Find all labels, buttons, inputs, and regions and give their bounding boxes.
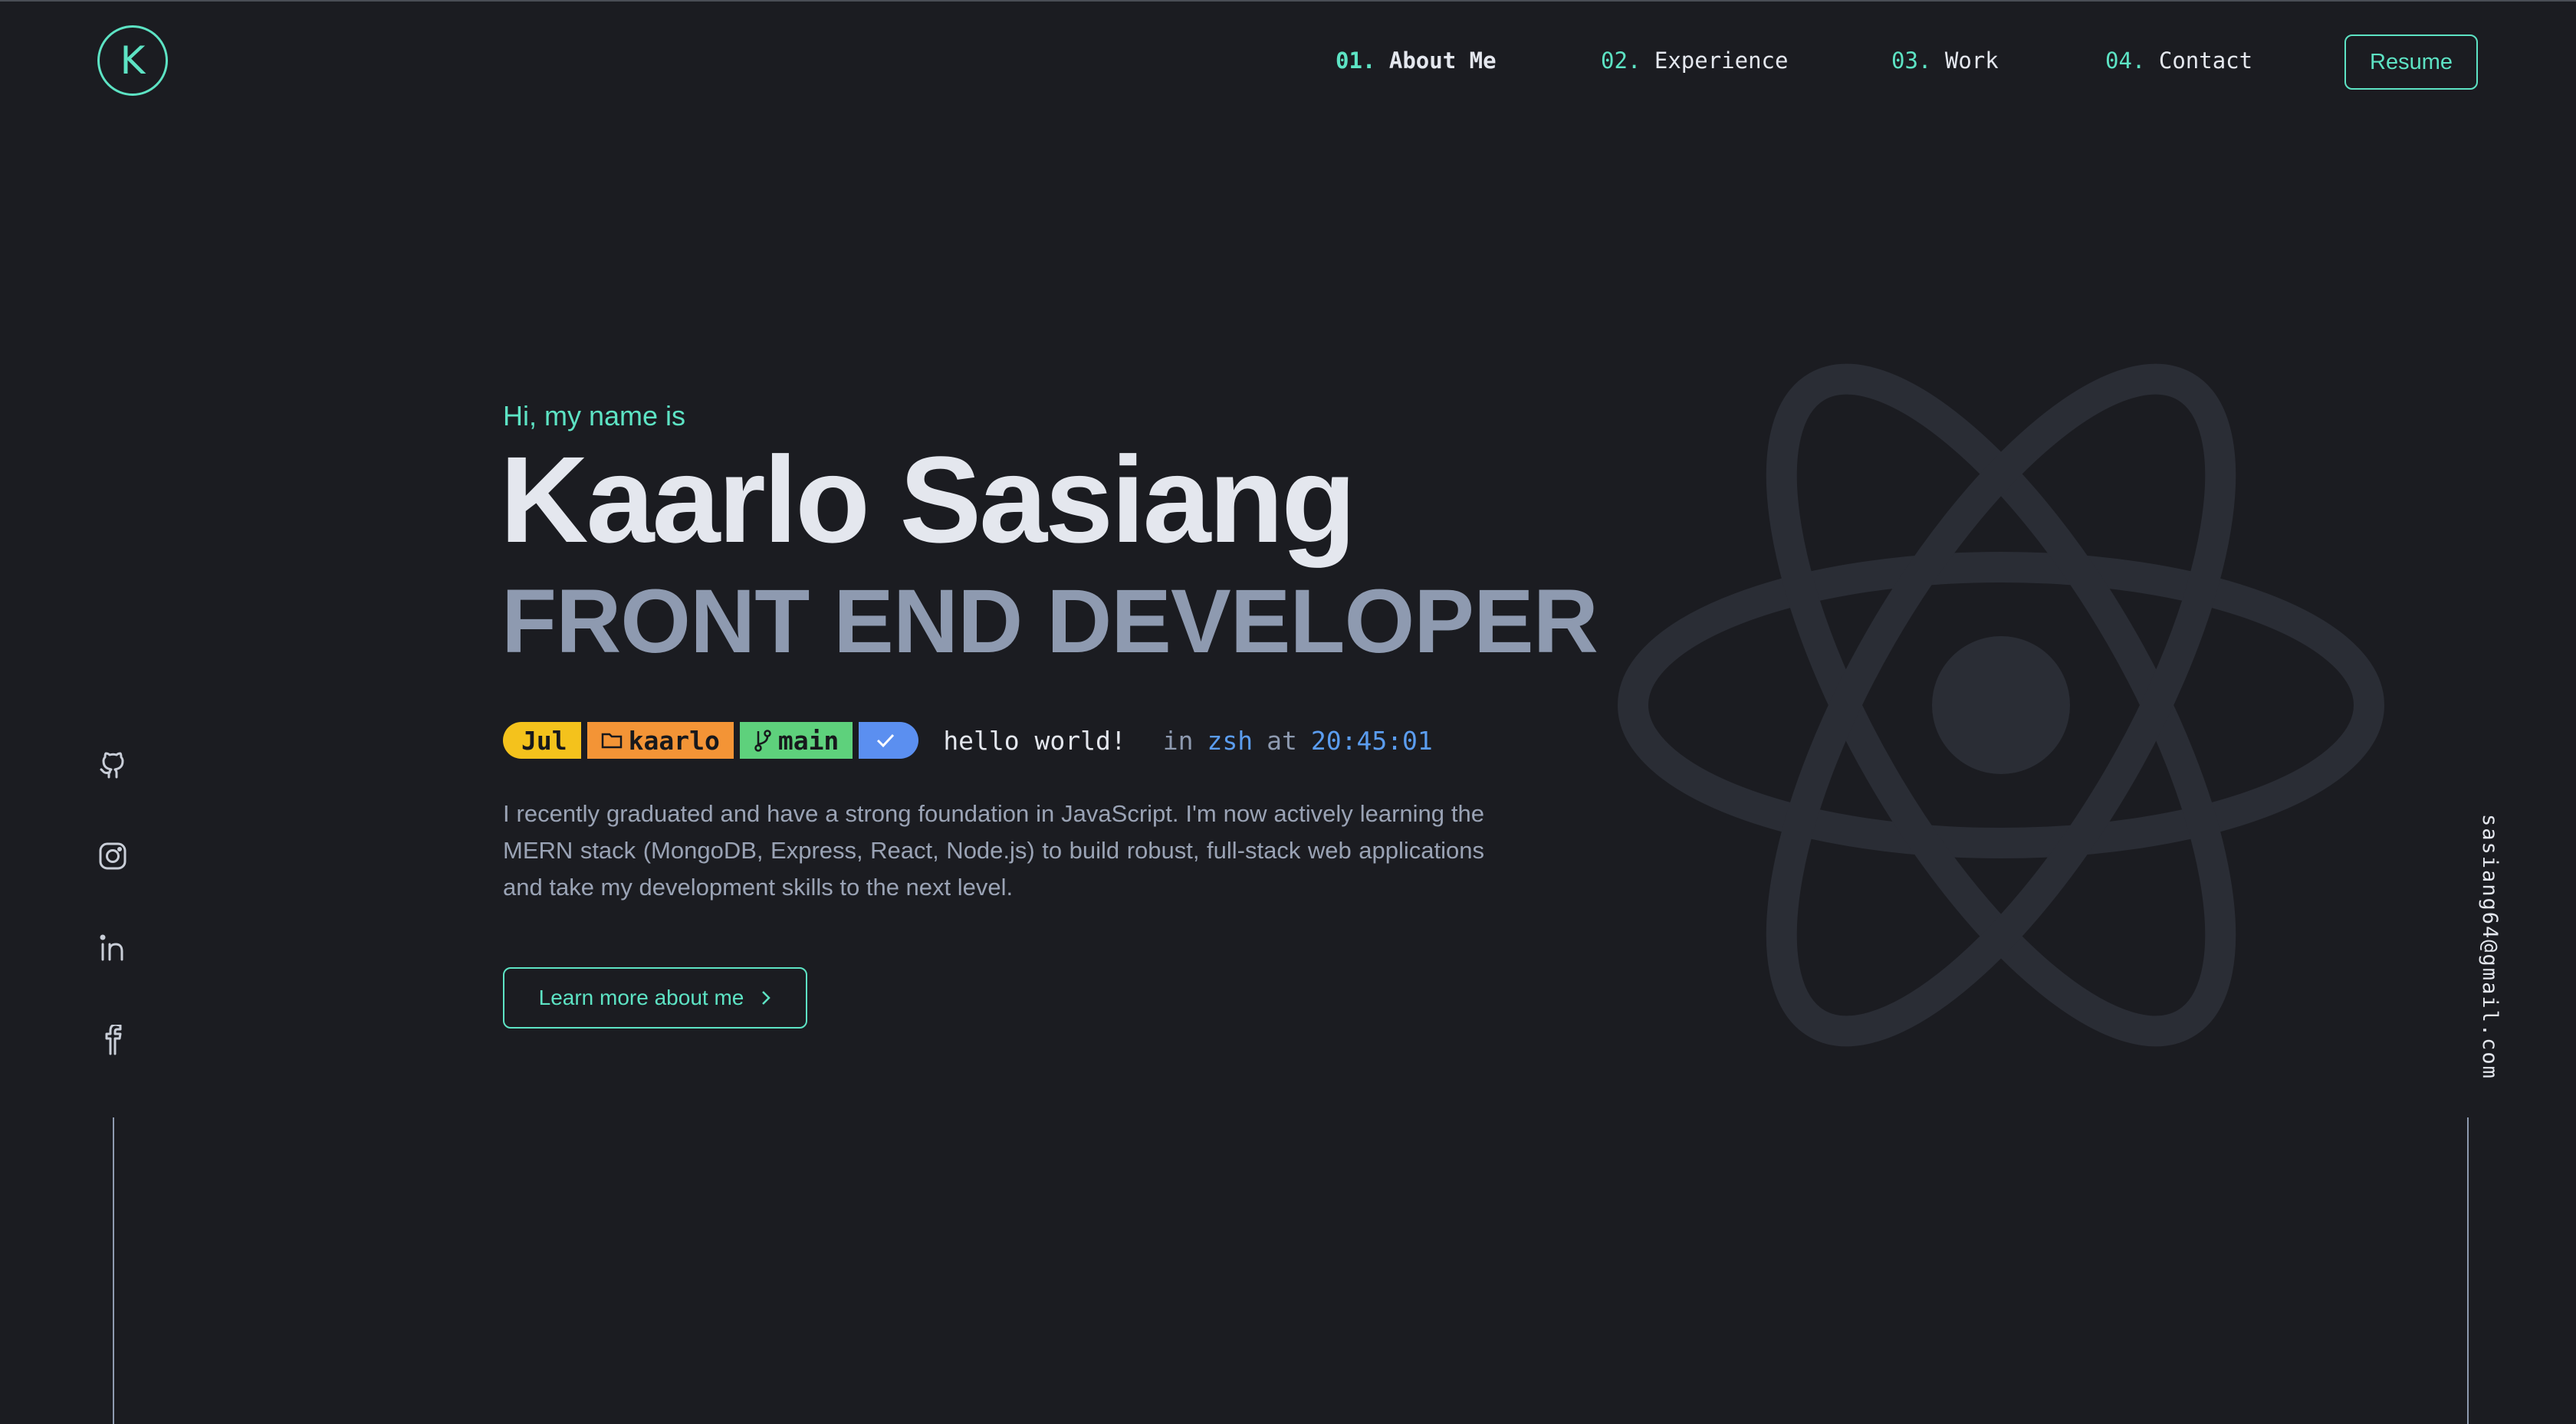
nav-label: About Me bbox=[1388, 48, 1497, 74]
nav-number: 01. bbox=[1336, 48, 1376, 74]
react-logo-icon bbox=[1618, 363, 2384, 1047]
prompt-time: 20:45:01 bbox=[1310, 725, 1433, 756]
nav-label: Experience bbox=[1654, 48, 1789, 74]
prompt-status bbox=[859, 722, 919, 759]
git-branch-icon bbox=[754, 730, 771, 752]
hero-name: Kaarlo Sasiang bbox=[500, 431, 1356, 568]
chevron-right-icon bbox=[761, 989, 771, 1006]
instagram-icon[interactable] bbox=[97, 840, 129, 872]
prompt-branch: main bbox=[739, 722, 853, 759]
nav-number: 03. bbox=[1891, 48, 1932, 74]
prompt-date: Jul bbox=[503, 722, 581, 759]
github-icon[interactable] bbox=[97, 748, 129, 780]
nav-number: 02. bbox=[1601, 48, 1641, 74]
resume-button[interactable]: Resume bbox=[2344, 34, 2478, 90]
prompt-branch-text: main bbox=[777, 725, 840, 756]
nav-experience[interactable]: 02. Experience bbox=[1601, 48, 1788, 74]
learn-more-button[interactable]: Learn more about me bbox=[503, 967, 807, 1029]
prompt-dir: kaarlo bbox=[586, 722, 734, 759]
prompt-message: hello world! bbox=[943, 725, 1126, 756]
top-border bbox=[0, 0, 2576, 2]
nav-about[interactable]: 01. About Me bbox=[1336, 48, 1497, 74]
prompt-in: in bbox=[1162, 725, 1194, 756]
terminal-prompt: Jul kaarlo main hello world! in zsh at 2… bbox=[503, 722, 1433, 759]
email-link[interactable]: sasiang64@gmail.com bbox=[2478, 814, 2502, 1080]
prompt-at: at bbox=[1267, 725, 1297, 756]
nav-contact[interactable]: 04. Contact bbox=[2105, 48, 2252, 74]
check-icon bbox=[877, 733, 895, 748]
facebook-icon[interactable] bbox=[97, 1024, 129, 1056]
prompt-shell: zsh bbox=[1207, 725, 1254, 756]
logo[interactable]: K bbox=[97, 25, 168, 96]
linkedin-icon[interactable] bbox=[97, 932, 129, 964]
right-divider-line bbox=[2467, 1117, 2469, 1424]
nav-label: Contact bbox=[2158, 48, 2253, 74]
hero-role: FRONT END DEVELOPER bbox=[501, 571, 1598, 672]
nav-label: Work bbox=[1944, 48, 1999, 74]
left-divider-line bbox=[113, 1117, 114, 1424]
folder-icon bbox=[601, 733, 622, 749]
greeting: Hi, my name is bbox=[503, 400, 686, 431]
learn-more-label: Learn more about me bbox=[538, 986, 744, 1009]
prompt-dir-text: kaarlo bbox=[628, 725, 720, 756]
hero-description: I recently graduated and have a strong f… bbox=[503, 800, 1484, 901]
prompt-date-text: Jul bbox=[521, 725, 567, 756]
nav-work[interactable]: 03. Work bbox=[1891, 48, 1999, 74]
nav-number: 04. bbox=[2105, 48, 2146, 74]
